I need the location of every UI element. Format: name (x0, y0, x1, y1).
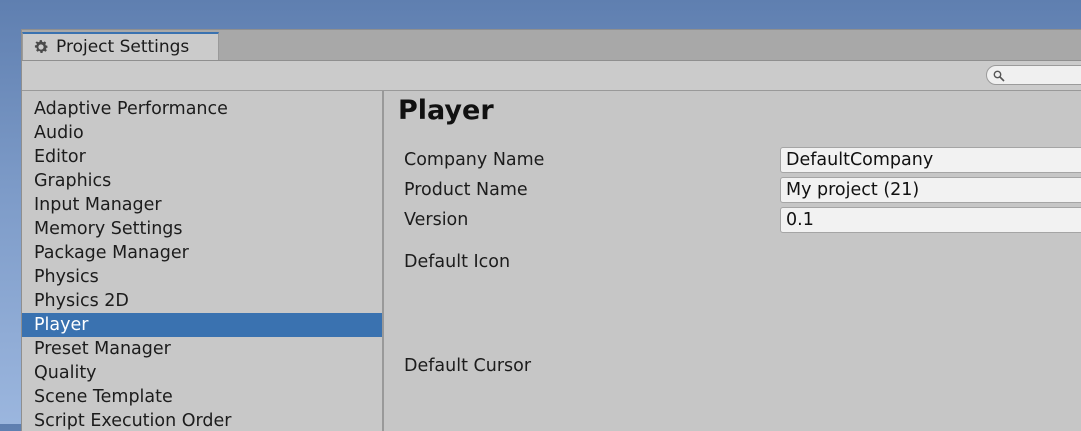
sidebar-item-physics[interactable]: Physics (22, 265, 382, 289)
sidebar-item-audio[interactable]: Audio (22, 121, 382, 145)
sidebar-item-graphics[interactable]: Graphics (22, 169, 382, 193)
tab-bar: Project Settings (22, 30, 1081, 61)
tab-title: Project Settings (56, 37, 190, 57)
version-label: Version (404, 210, 469, 230)
company-name-label: Company Name (404, 150, 545, 170)
product-name-field[interactable]: My project (21) (780, 177, 1081, 203)
default-cursor-label: Default Cursor (404, 356, 532, 376)
tab-project-settings[interactable]: Project Settings (22, 32, 219, 60)
project-settings-window: Project Settings Adaptive Performance Au… (21, 29, 1081, 431)
sidebar-item-quality[interactable]: Quality (22, 361, 382, 385)
sidebar-item-memory-settings[interactable]: Memory Settings (22, 217, 382, 241)
product-name-label: Product Name (404, 180, 528, 200)
sidebar-item-package-manager[interactable]: Package Manager (22, 241, 382, 265)
page-title: Player (398, 95, 494, 126)
search-input[interactable] (986, 65, 1081, 85)
sidebar-item-adaptive-performance[interactable]: Adaptive Performance (22, 97, 382, 121)
gear-icon (34, 40, 49, 53)
version-field[interactable]: 0.1 (780, 207, 1081, 233)
settings-sidebar: Adaptive Performance Audio Editor Graphi… (22, 91, 384, 431)
company-name-field[interactable]: DefaultCompany (780, 147, 1081, 173)
search-icon (993, 70, 1005, 82)
default-icon-label: Default Icon (404, 252, 511, 272)
toolbar (22, 61, 1081, 91)
settings-category-list: Adaptive Performance Audio Editor Graphi… (22, 91, 382, 431)
player-settings-panel: Player Company Name DefaultCompany Produ… (384, 91, 1081, 431)
sidebar-item-scene-template[interactable]: Scene Template (22, 385, 382, 409)
sidebar-item-script-execution-order[interactable]: Script Execution Order (22, 409, 382, 431)
sidebar-item-preset-manager[interactable]: Preset Manager (22, 337, 382, 361)
sidebar-item-player[interactable]: Player (22, 313, 382, 337)
sidebar-item-editor[interactable]: Editor (22, 145, 382, 169)
sidebar-item-physics-2d[interactable]: Physics 2D (22, 289, 382, 313)
sidebar-item-input-manager[interactable]: Input Manager (22, 193, 382, 217)
